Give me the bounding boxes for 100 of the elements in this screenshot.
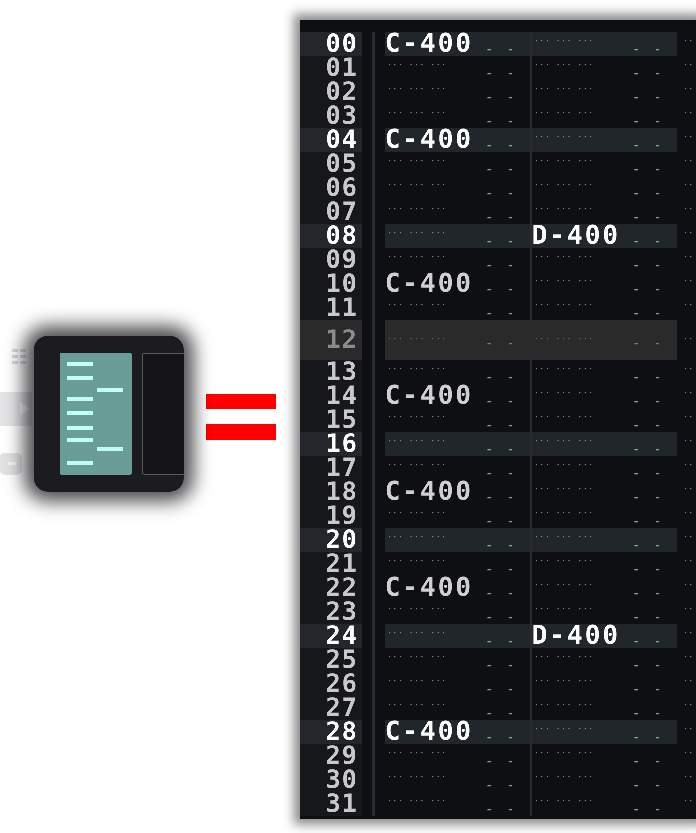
effect-text: - - (633, 517, 665, 527)
effect-text: - - (633, 141, 665, 151)
row-number: 23 (300, 600, 362, 624)
empty-note: ··· ··· ··· (386, 204, 447, 216)
row-number: 19 (300, 504, 362, 528)
effect-text: - - (633, 493, 665, 503)
note-text: C-400 (385, 128, 474, 152)
empty-note: ··· (682, 108, 696, 121)
note-cell[interactable]: ··· ··· ··· - - (385, 224, 530, 248)
empty-note: ··· (682, 580, 696, 593)
empty-note: ··· (682, 796, 696, 809)
effect-text: - - (633, 805, 665, 815)
effect-text: - - (486, 69, 518, 79)
effect-text: - - (633, 565, 665, 575)
effect-text: - - (633, 237, 665, 247)
row-number: 07 (300, 200, 362, 224)
empty-note: ··· (682, 60, 696, 73)
effect-text: - - (486, 613, 518, 623)
empty-note: ··· ··· ··· (533, 388, 594, 400)
note-cell[interactable]: C-400 - - (385, 720, 530, 744)
note-cell[interactable]: ··· ··· ··· - - (385, 528, 530, 552)
effect-text: - - (633, 469, 665, 479)
row-number: 02 (300, 80, 362, 104)
effect-text: - - (486, 445, 518, 455)
effect-text: - - (633, 117, 665, 127)
row-number: 01 (300, 56, 362, 80)
effect-text: - - (633, 165, 665, 175)
note-cell[interactable]: ··· ··· ··· - - (385, 320, 530, 360)
empty-note: ··· ··· ··· (386, 604, 447, 616)
note-cell[interactable]: C-400 - - (385, 32, 530, 56)
effect-text: - - (633, 709, 665, 719)
row-number: 27 (300, 696, 362, 720)
empty-note: ··· (682, 724, 696, 737)
note-cell[interactable]: C-400 - - (385, 128, 530, 152)
empty-note: ··· ··· ··· (386, 796, 447, 808)
effect-text: - - (486, 285, 518, 295)
row-number: 13 (300, 360, 362, 384)
note-cell[interactable]: D-400 - - (532, 224, 677, 248)
row-number: 21 (300, 552, 362, 576)
row-number: 15 (300, 408, 362, 432)
row-number: 10 (300, 272, 362, 296)
row-number: 26 (300, 672, 362, 696)
note-cell[interactable]: ··· ··· ··· - - (532, 720, 677, 744)
empty-note: ··· ··· ··· (386, 676, 447, 688)
empty-note: ··· (682, 748, 696, 761)
empty-note: ··· (682, 532, 696, 545)
effect-text: - - (486, 213, 518, 223)
effect-text: - - (633, 541, 665, 551)
empty-note: ··· (682, 676, 696, 689)
empty-note: ··· ··· ··· (386, 412, 447, 424)
effect-text: - - (633, 261, 665, 271)
effect-text: - - (486, 589, 518, 599)
page-icon[interactable] (0, 452, 24, 476)
note-text: C-400 (385, 32, 474, 56)
empty-note: ··· ··· ··· (386, 108, 447, 120)
note-text: D-400 (532, 624, 620, 648)
note-cell[interactable]: D-400 - - (532, 624, 677, 648)
empty-note: ··· ··· ··· (386, 252, 447, 264)
empty-note: ··· ··· ··· (533, 84, 594, 96)
note-cell[interactable]: ··· ··· ··· - - (532, 320, 677, 360)
empty-note: ··· ··· ··· (386, 334, 447, 346)
note-cell[interactable]: ··· ··· ··· - - (532, 128, 677, 152)
effect-text: - - (486, 469, 518, 479)
pattern-button[interactable] (60, 352, 132, 474)
empty-note: ··· (682, 36, 696, 49)
empty-note: ··· ··· ··· (386, 772, 447, 784)
row-number: 04 (300, 128, 362, 152)
empty-note: ··· ··· ··· (533, 676, 594, 688)
empty-note: ··· ··· ··· (533, 180, 594, 192)
empty-note: ··· (682, 228, 696, 241)
note-cell[interactable]: ··· ··· ··· - - (532, 432, 677, 456)
effect-text: - - (633, 421, 665, 431)
note-cell[interactable]: ··· ··· ··· - - (532, 32, 677, 56)
effect-text: - - (486, 165, 518, 175)
row-number: 12 (300, 320, 362, 360)
note-cell[interactable]: ··· ··· ··· - - (532, 528, 677, 552)
empty-note: ··· (682, 132, 696, 145)
empty-note: ··· ··· ··· (533, 300, 594, 312)
row-number: 29 (300, 744, 362, 768)
note-cell[interactable]: ··· ··· ··· - - (385, 624, 530, 648)
empty-note: ··· ··· ··· (533, 156, 594, 168)
empty-note: ··· (682, 180, 696, 193)
effect-text: - - (486, 237, 518, 247)
note-text: C-400 (385, 480, 474, 504)
effect-text: - - (633, 613, 665, 623)
note-cell[interactable]: ··· ··· ··· - - (385, 432, 530, 456)
effect-text: - - (486, 685, 518, 695)
play-icon[interactable] (0, 392, 32, 426)
empty-note: ··· (682, 652, 696, 665)
row-number: 11 (300, 296, 362, 320)
empty-note: ··· ··· ··· (533, 460, 594, 472)
empty-note: ··· ··· ··· (386, 532, 447, 544)
empty-note: ··· (682, 334, 696, 347)
effect-text: - - (486, 339, 518, 349)
empty-note: ··· (682, 436, 696, 449)
empty-note: ··· ··· ··· (533, 252, 594, 264)
empty-note: ··· ··· ··· (533, 700, 594, 712)
equals-icon (206, 394, 276, 440)
empty-note: ··· ··· ··· (533, 436, 594, 448)
effect-text: - - (486, 733, 518, 743)
